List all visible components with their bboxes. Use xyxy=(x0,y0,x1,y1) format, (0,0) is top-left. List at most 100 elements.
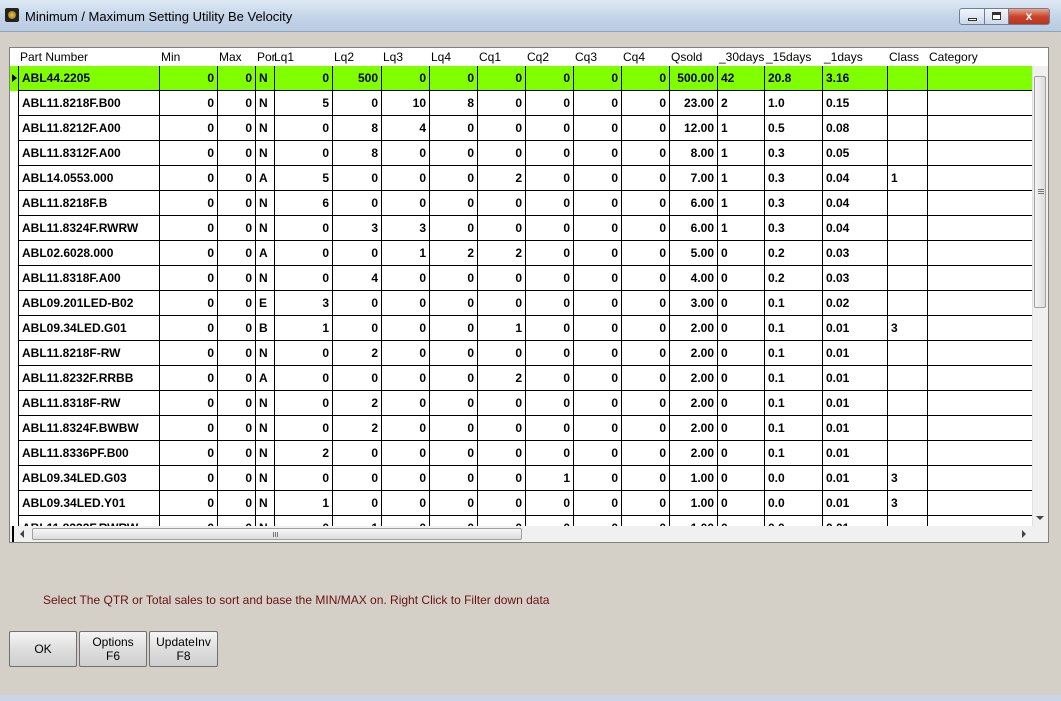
table-cell[interactable]: 0 xyxy=(718,241,765,266)
table-cell[interactable] xyxy=(928,216,1033,241)
table-cell[interactable]: 2 xyxy=(478,241,526,266)
table-cell[interactable]: 0 xyxy=(218,316,256,341)
table-cell[interactable]: N xyxy=(256,191,275,216)
table-cell[interactable] xyxy=(888,116,928,141)
scroll-right-arrow-icon[interactable] xyxy=(1022,530,1026,538)
table-cell[interactable]: 0 xyxy=(622,241,670,266)
row-selector[interactable] xyxy=(10,416,19,441)
table-cell[interactable]: 2 xyxy=(718,91,765,116)
row-selector[interactable] xyxy=(10,66,19,91)
table-cell[interactable]: 3.00 xyxy=(670,291,718,316)
table-cell[interactable]: 0 xyxy=(382,416,430,441)
table-cell[interactable]: 0 xyxy=(382,341,430,366)
table-cell[interactable]: 0.01 xyxy=(823,516,888,526)
table-cell[interactable]: 0 xyxy=(160,191,218,216)
table-cell[interactable]: 0 xyxy=(160,366,218,391)
scroll-down-arrow-icon[interactable] xyxy=(1036,516,1044,520)
table-cell[interactable]: N xyxy=(256,391,275,416)
table-cell[interactable]: 0 xyxy=(526,366,574,391)
table-cell[interactable]: 0 xyxy=(160,391,218,416)
data-grid[interactable]: Part Number Min Max Por Lq1 Lq2 Lq3 Lq4 Cq1 Cq2 Cq… xyxy=(9,47,1049,543)
table-cell[interactable]: 0 xyxy=(160,516,218,526)
table-cell[interactable]: 0 xyxy=(382,366,430,391)
table-cell[interactable]: 0 xyxy=(218,141,256,166)
table-cell[interactable]: 0 xyxy=(574,91,622,116)
table-cell[interactable]: ABL11.8232F.RRBB xyxy=(19,366,160,391)
table-cell[interactable]: 0 xyxy=(218,441,256,466)
table-cell[interactable]: 0 xyxy=(526,341,574,366)
table-cell[interactable]: 0 xyxy=(382,491,430,516)
column-header[interactable]: Qsold xyxy=(670,48,718,66)
table-cell[interactable] xyxy=(928,241,1033,266)
table-cell[interactable]: N xyxy=(256,266,275,291)
table-cell[interactable]: ABL11.8212F.A00 xyxy=(19,116,160,141)
table-cell[interactable]: E xyxy=(256,291,275,316)
table-cell[interactable]: 0.5 xyxy=(765,116,823,141)
table-cell[interactable] xyxy=(928,416,1033,441)
table-cell[interactable]: 0 xyxy=(526,291,574,316)
column-header[interactable]: Cq3 xyxy=(574,48,622,66)
table-cell[interactable]: 2 xyxy=(333,341,382,366)
table-cell[interactable]: ABL11.8218F-RW xyxy=(19,341,160,366)
table-cell[interactable]: 0 xyxy=(526,116,574,141)
table-cell[interactable]: 0 xyxy=(275,141,333,166)
table-cell[interactable]: 1 xyxy=(888,166,928,191)
table-cell[interactable]: N xyxy=(256,416,275,441)
table-cell[interactable]: 0 xyxy=(333,316,382,341)
table-cell[interactable]: 0 xyxy=(574,291,622,316)
table-cell[interactable]: 0.01 xyxy=(823,316,888,341)
table-cell[interactable]: 0.04 xyxy=(823,191,888,216)
table-cell[interactable]: 5 xyxy=(275,166,333,191)
table-cell[interactable]: 0.01 xyxy=(823,491,888,516)
table-cell[interactable]: 0 xyxy=(333,91,382,116)
table-cell[interactable]: 0 xyxy=(718,516,765,526)
table-cell[interactable]: 2 xyxy=(333,416,382,441)
table-cell[interactable]: ABL11.8318F.A00 xyxy=(19,266,160,291)
table-cell[interactable]: 0 xyxy=(478,141,526,166)
table-cell[interactable]: 0.03 xyxy=(823,241,888,266)
table-cell[interactable]: 0 xyxy=(718,466,765,491)
table-cell[interactable]: 10 xyxy=(382,91,430,116)
table-cell[interactable]: 0 xyxy=(160,441,218,466)
table-cell[interactable]: 0 xyxy=(574,241,622,266)
table-cell[interactable]: 0.3 xyxy=(765,216,823,241)
table-cell[interactable]: 0 xyxy=(622,391,670,416)
table-row[interactable]: ABL11.8318F.A00 0 0 N 0 4 0 0 0 0 0 0 4.00 0 0.2 0.03 xyxy=(10,266,1033,291)
table-cell[interactable]: 0 xyxy=(622,441,670,466)
table-cell[interactable]: 500.00 xyxy=(670,66,718,91)
table-cell[interactable]: ABL09.201LED-B02 xyxy=(19,291,160,316)
table-cell[interactable]: N xyxy=(256,341,275,366)
table-cell[interactable]: 0 xyxy=(718,291,765,316)
table-cell[interactable]: 0 xyxy=(160,266,218,291)
table-cell[interactable]: 0 xyxy=(430,191,478,216)
table-cell[interactable]: N xyxy=(256,91,275,116)
table-cell[interactable]: 0 xyxy=(160,241,218,266)
table-cell[interactable]: 0 xyxy=(718,391,765,416)
table-cell[interactable]: N xyxy=(256,441,275,466)
row-selector[interactable] xyxy=(10,166,19,191)
table-cell[interactable]: 8 xyxy=(333,141,382,166)
table-cell[interactable]: 0 xyxy=(622,291,670,316)
table-cell[interactable]: 0 xyxy=(622,416,670,441)
table-cell[interactable] xyxy=(888,66,928,91)
table-cell[interactable]: 0 xyxy=(574,191,622,216)
table-cell[interactable]: 0 xyxy=(218,416,256,441)
table-cell[interactable]: N xyxy=(256,466,275,491)
table-cell[interactable]: 0 xyxy=(333,241,382,266)
table-cell[interactable]: ABL11.8218F.B00 xyxy=(19,91,160,116)
table-cell[interactable]: 0 xyxy=(218,291,256,316)
vertical-scroll-thumb[interactable] xyxy=(1034,76,1046,308)
table-cell[interactable]: 0 xyxy=(218,466,256,491)
table-cell[interactable] xyxy=(888,191,928,216)
table-cell[interactable]: 0 xyxy=(574,466,622,491)
table-cell[interactable]: 2 xyxy=(275,441,333,466)
table-cell[interactable]: 0 xyxy=(275,466,333,491)
table-cell[interactable] xyxy=(928,391,1033,416)
table-cell[interactable]: 0 xyxy=(526,166,574,191)
table-cell[interactable]: ABL44.2205 xyxy=(19,66,160,91)
table-cell[interactable]: 0 xyxy=(333,491,382,516)
table-cell[interactable]: 0.0 xyxy=(765,491,823,516)
table-cell[interactable]: 0 xyxy=(160,341,218,366)
table-cell[interactable]: 0 xyxy=(275,116,333,141)
table-cell[interactable]: 0 xyxy=(718,341,765,366)
